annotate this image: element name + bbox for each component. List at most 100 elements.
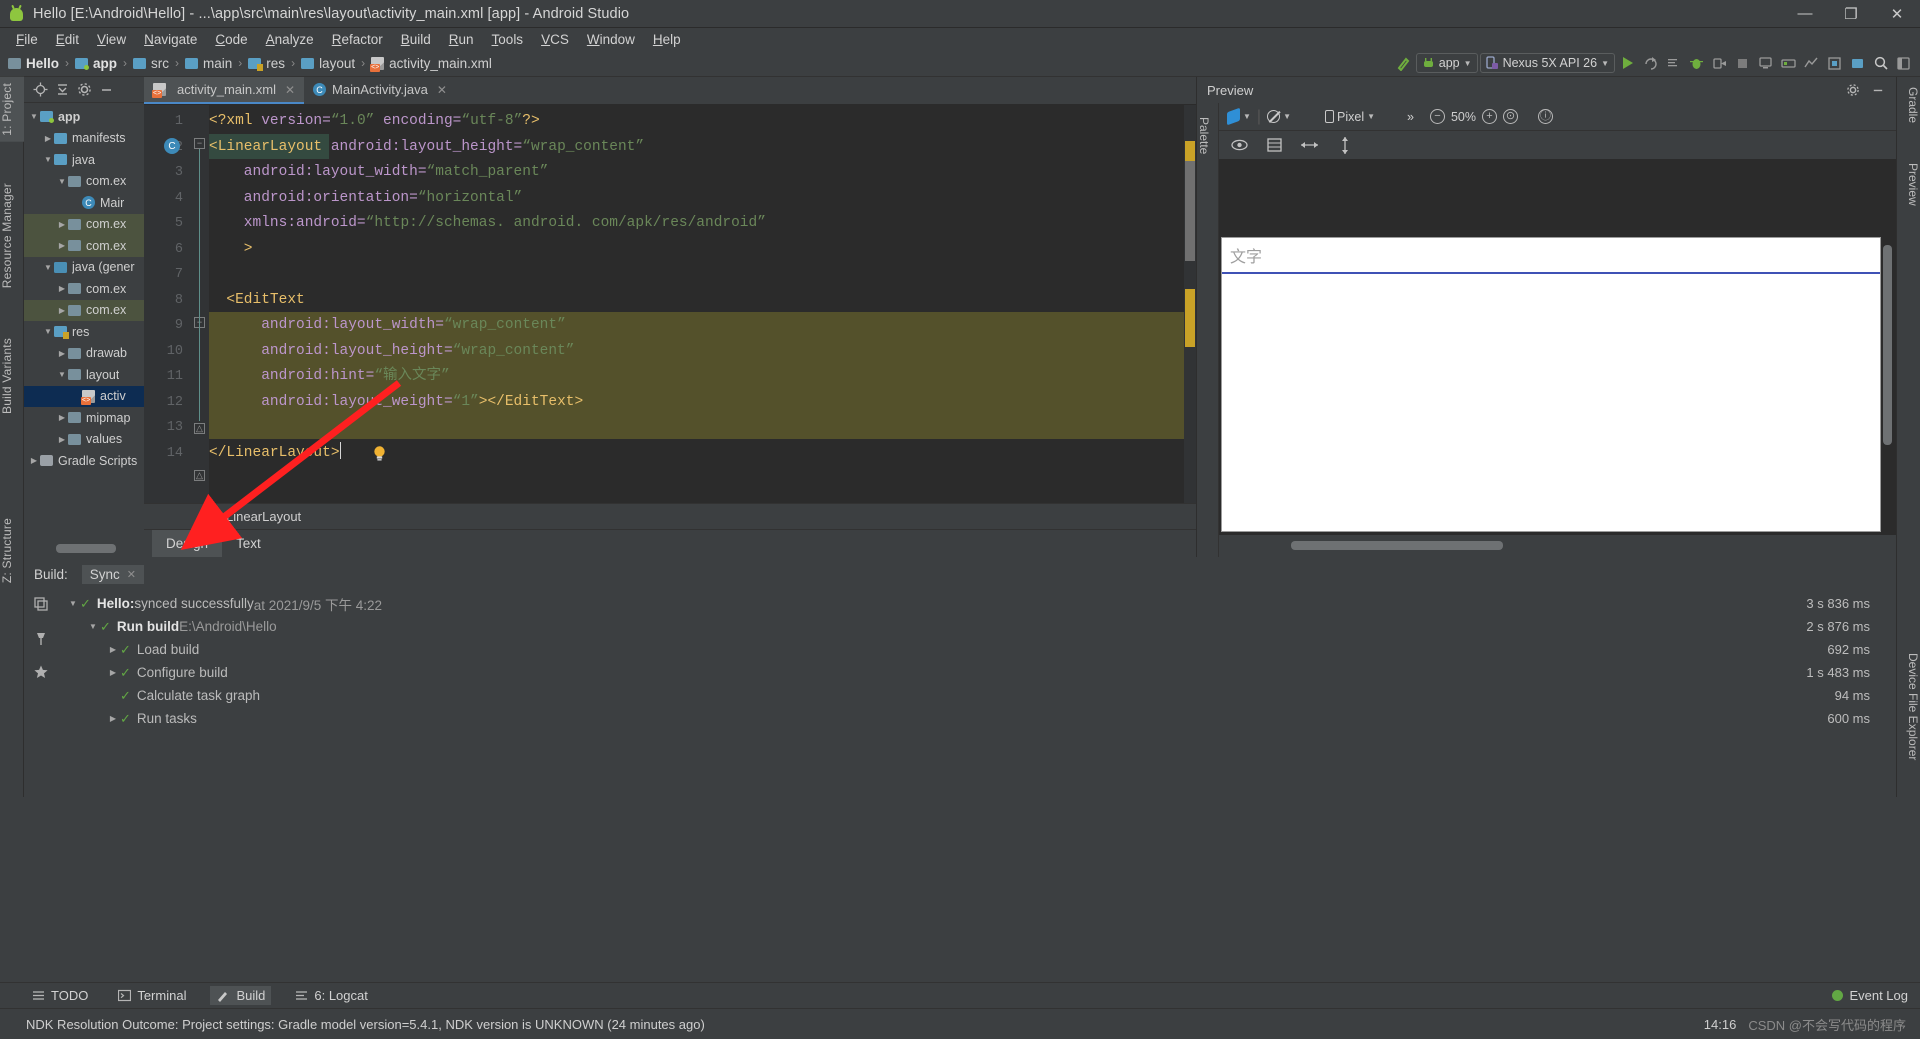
hide-icon[interactable] [96, 80, 116, 100]
chevron-right-icon[interactable]: ▶ [56, 435, 68, 444]
close-icon[interactable]: ✕ [285, 83, 295, 97]
fold-marker-close[interactable]: △ [194, 470, 205, 481]
tab-activity-main-xml[interactable]: activity_main.xml ✕ [144, 77, 305, 104]
tab-main-activity-java[interactable]: C MainActivity.java ✕ [304, 77, 456, 104]
breadcrumb-item-main[interactable]: main [185, 56, 232, 71]
attach-debugger-icon[interactable] [1709, 53, 1730, 74]
tree-item-values[interactable]: ▶ values [24, 429, 144, 451]
tree-item-mair[interactable]: C Mair [24, 192, 144, 214]
apply-changes-icon[interactable] [1640, 53, 1661, 74]
chevron-down-icon[interactable]: ▼ [42, 327, 54, 336]
avd-manager-icon[interactable] [1755, 53, 1776, 74]
tree-item-manifests[interactable]: ▶ manifests [24, 128, 144, 150]
chevron-right-icon[interactable]: ▶ [106, 645, 120, 654]
menu-item-vcs[interactable]: VCS [532, 30, 578, 49]
close-button[interactable]: ✕ [1874, 0, 1920, 28]
build-row[interactable]: ▼ ✓ Run build E:\Android\Hello 2 s 876 ms [58, 615, 1896, 638]
fold-marker-end[interactable]: △ [194, 423, 205, 434]
sidebar-item-project[interactable]: 1: Project [0, 77, 24, 142]
sidebar-item-device-file-explorer[interactable]: Device File Explorer [1896, 647, 1920, 766]
sidebar-item-gradle[interactable]: Gradle [1896, 81, 1920, 129]
device-selector-preview[interactable]: Pixel ▼ [1325, 110, 1375, 124]
chevron-right-icon[interactable]: ▶ [106, 668, 120, 677]
tree-item-com-ex[interactable]: ▶ com.ex [24, 299, 144, 321]
tree-item-drawab[interactable]: ▶ drawab [24, 343, 144, 365]
module-selector[interactable]: app ▼ [1415, 53, 1478, 73]
bottom-item-logcat[interactable]: 6: Logcat [289, 986, 374, 1005]
build-row[interactable]: ✓ Calculate task graph 94 ms [58, 684, 1896, 707]
breadcrumb-item-res[interactable]: res [248, 56, 285, 71]
tree-item-com-ex[interactable]: ▶ com.ex [24, 235, 144, 257]
tab-text[interactable]: Text [222, 530, 275, 557]
sidebar-item-preview[interactable]: Preview [1896, 157, 1920, 212]
preview-hscroll-thumb[interactable] [1291, 541, 1503, 550]
sidebar-item-structure[interactable]: Z: Structure [0, 512, 24, 589]
sidebar-item-build-variants[interactable]: Build Variants [0, 332, 24, 420]
tab-sync[interactable]: Sync ✕ [81, 564, 145, 584]
breadcrumb-item-src[interactable]: src [133, 56, 169, 71]
chevron-down-icon[interactable]: ▼ [42, 155, 54, 164]
intention-bulb-icon[interactable] [372, 445, 387, 461]
fold-marker-linearlayout[interactable]: − [194, 138, 205, 149]
scrollbar-thumb[interactable] [1185, 161, 1195, 261]
tree-item-layout[interactable]: ▼ layout [24, 364, 144, 386]
preview-canvas[interactable]: 文字 [1219, 159, 1896, 535]
apply-code-changes-icon[interactable] [1663, 53, 1684, 74]
search-icon[interactable] [1870, 53, 1891, 74]
overflow-button[interactable]: » [1407, 110, 1414, 124]
class-marker-icon[interactable]: C [164, 138, 180, 154]
menu-item-navigate[interactable]: Navigate [135, 30, 206, 49]
chevron-right-icon[interactable]: ▶ [56, 306, 68, 315]
collapse-all-icon[interactable] [52, 80, 72, 100]
event-log-button[interactable]: Event Log [1832, 988, 1920, 1003]
tree-item-java[interactable]: ▼ java [24, 149, 144, 171]
minimize-button[interactable]: — [1782, 0, 1828, 28]
project-structure-icon[interactable] [1893, 53, 1914, 74]
pin-icon[interactable] [31, 628, 51, 648]
constraints-horizontal-icon[interactable] [1299, 135, 1320, 156]
tree-item-com-ex[interactable]: ▶ com.ex [24, 278, 144, 300]
sdk-manager-icon[interactable] [1778, 53, 1799, 74]
menu-item-window[interactable]: Window [578, 30, 644, 49]
menu-item-view[interactable]: View [88, 30, 135, 49]
restart-icon[interactable] [31, 594, 51, 614]
device-selector[interactable]: Nexus 5X API 26 ▼ [1479, 53, 1615, 73]
chevron-down-icon[interactable]: ▼ [42, 263, 54, 272]
chevron-right-icon[interactable]: ▶ [56, 349, 68, 358]
chevron-right-icon[interactable]: ▶ [56, 413, 68, 422]
build-hammer-icon[interactable] [1393, 53, 1414, 74]
tree-item-activ[interactable]: activ [24, 385, 144, 407]
layout-inspector-icon[interactable] [1824, 53, 1845, 74]
close-icon[interactable]: ✕ [437, 83, 447, 97]
error-stripe-scrollbar[interactable] [1184, 105, 1196, 557]
breadcrumb-item-hello[interactable]: Hello [8, 56, 59, 71]
breadcrumb-item-layout[interactable]: layout [301, 56, 355, 71]
preview-vertical-scrollbar[interactable] [1883, 245, 1892, 445]
menu-item-help[interactable]: Help [644, 30, 690, 49]
tree-item-com-ex[interactable]: ▼ com.ex [24, 171, 144, 193]
star-icon[interactable] [31, 662, 51, 682]
debug-icon[interactable] [1686, 53, 1707, 74]
code-fold-column[interactable]: − − △ △ [189, 105, 209, 557]
code-editor[interactable]: 1234567891011121314 − − △ △ C <?xml vers… [144, 105, 1196, 557]
chevron-down-icon[interactable]: ▼ [86, 622, 100, 631]
breadcrumb-item-activity-main-xml[interactable]: activity_main.xml [370, 56, 492, 72]
tree-item-java--gener[interactable]: ▼ java (gener [24, 257, 144, 279]
tree-item-app[interactable]: ▼ app [24, 106, 144, 128]
device-screen[interactable]: 文字 [1221, 237, 1881, 532]
chevron-right-icon[interactable]: ▶ [56, 241, 68, 250]
chevron-right-icon[interactable]: ▶ [56, 284, 68, 293]
maximize-button[interactable]: ❐ [1828, 0, 1874, 28]
chevron-right-icon[interactable]: ▶ [106, 714, 120, 723]
tree-item-res[interactable]: ▼ res [24, 321, 144, 343]
constraints-vertical-icon[interactable] [1334, 135, 1355, 156]
zoom-out-button[interactable]: − [1429, 109, 1445, 124]
chevron-down-icon[interactable]: ▼ [66, 599, 80, 608]
chevron-right-icon[interactable]: ▶ [28, 456, 40, 465]
profiler-icon[interactable] [1801, 53, 1822, 74]
tab-design[interactable]: Design [152, 530, 223, 557]
warning-stripe-marker[interactable] [1185, 141, 1195, 161]
project-horizontal-scrollbar[interactable] [56, 544, 116, 553]
warning-stripe-marker-2[interactable] [1185, 289, 1195, 347]
gear-icon[interactable] [74, 80, 94, 100]
